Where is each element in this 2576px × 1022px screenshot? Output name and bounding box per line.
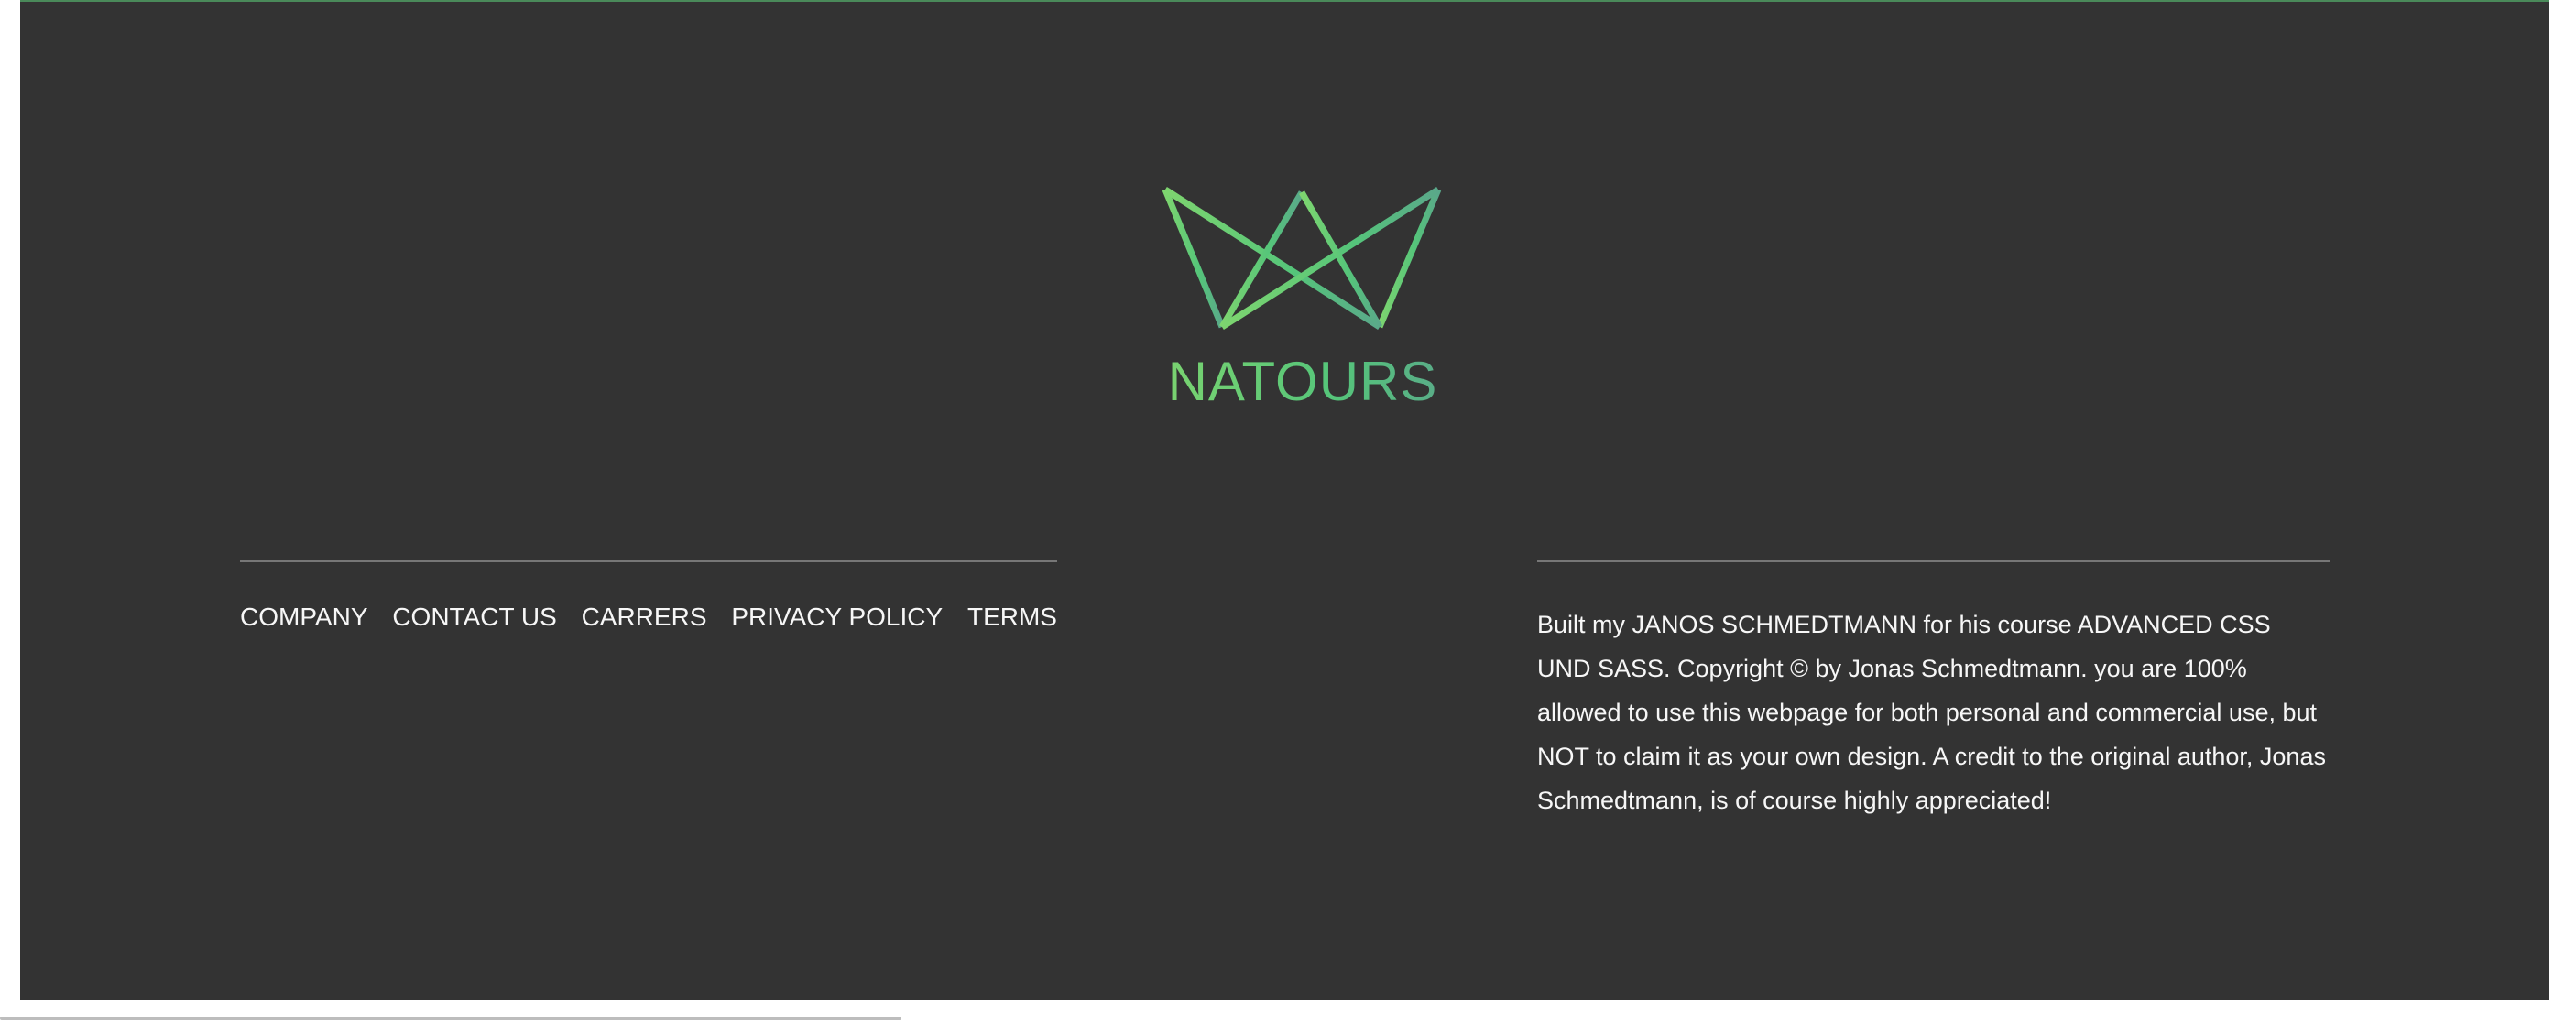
copyright-block: Built my JANOS SCHMEDTMANN for his cours… (1537, 560, 2330, 822)
footer-nav-list: COMPANY CONTACT US CARRERS PRIVACY POLIC… (240, 603, 1057, 632)
terms-link[interactable]: TERMS (967, 603, 1057, 631)
logo-text: NATOURS (1147, 350, 1458, 413)
page: NATOURS COMPANY CONTACT US CARRERS PRIVA… (0, 0, 2576, 1022)
footer-nav-item-privacy-policy: PRIVACY POLICY (731, 603, 943, 632)
company-link[interactable]: COMPANY (240, 603, 368, 631)
crown-icon (1162, 187, 1442, 331)
footer-logo: NATOURS (1147, 176, 1458, 413)
privacy-policy-link[interactable]: PRIVACY POLICY (731, 603, 943, 631)
careers-link[interactable]: CARRERS (582, 603, 707, 631)
contact-us-link[interactable]: CONTACT US (392, 603, 556, 631)
copyright-text: Built my JANOS SCHMEDTMANN for his cours… (1537, 611, 2326, 814)
scrollbar-thumb[interactable] (0, 1017, 901, 1020)
footer-navigation: COMPANY CONTACT US CARRERS PRIVACY POLIC… (240, 560, 1057, 632)
footer-nav-item-company: COMPANY (240, 603, 368, 632)
footer-nav-item-terms: TERMS (967, 603, 1057, 632)
footer: NATOURS COMPANY CONTACT US CARRERS PRIVA… (20, 0, 2549, 1000)
footer-nav-item-careers: CARRERS (582, 603, 707, 632)
footer-nav-item-contact-us: CONTACT US (392, 603, 556, 632)
